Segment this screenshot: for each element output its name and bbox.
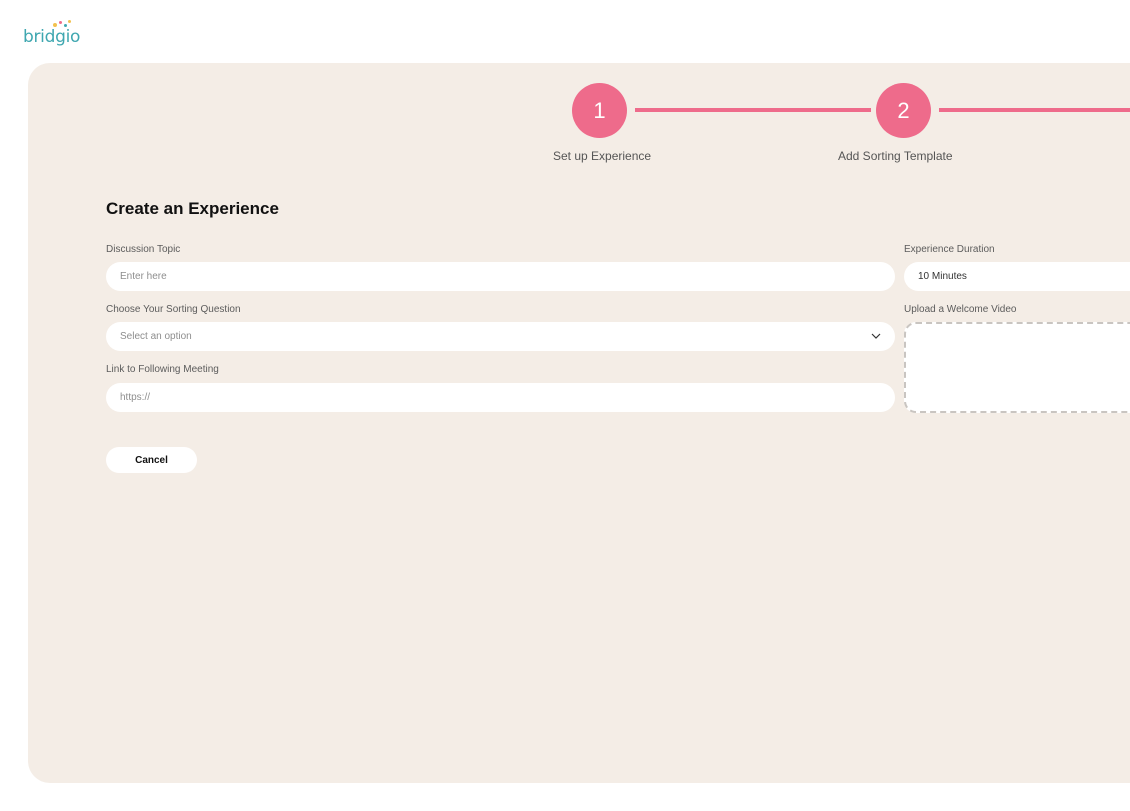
sorting-question-placeholder: Select an option xyxy=(120,331,192,342)
logo-wordmark: bridgio xyxy=(23,27,81,47)
chevron-down-icon xyxy=(871,333,881,339)
logo-confetti-icon xyxy=(64,24,67,27)
step-1-label: Set up Experience xyxy=(553,149,652,163)
step-1-circle: 1 xyxy=(572,83,627,138)
step-2-label: Add Sorting Template xyxy=(838,149,953,163)
logo-confetti-icon xyxy=(68,20,71,23)
discussion-topic-label: Discussion Topic xyxy=(106,244,181,255)
logo-confetti-icon xyxy=(53,23,57,27)
following-meeting-label: Link to Following Meeting xyxy=(106,364,219,375)
following-meeting-input[interactable]: https:// xyxy=(106,383,895,412)
step-2-circle: 2 xyxy=(876,83,931,138)
step-connector xyxy=(635,108,871,112)
experience-duration-value: 10 Minutes xyxy=(918,271,967,282)
step-connector xyxy=(939,108,1130,112)
discussion-topic-placeholder: Enter here xyxy=(120,271,167,282)
page-title: Create an Experience xyxy=(106,199,279,218)
bridgio-logo[interactable]: bridgio xyxy=(23,19,83,53)
experience-panel: 1 2 Set up Experience Add Sorting Templa… xyxy=(28,63,1130,783)
discussion-topic-input[interactable]: Enter here xyxy=(106,262,895,291)
sorting-question-select[interactable]: Select an option xyxy=(106,322,895,351)
experience-duration-select[interactable]: 10 Minutes xyxy=(904,262,1130,291)
logo-confetti-icon xyxy=(59,21,62,24)
cancel-button[interactable]: Cancel xyxy=(106,447,197,473)
following-meeting-placeholder: https:// xyxy=(120,392,151,403)
sorting-question-label: Choose Your Sorting Question xyxy=(106,304,241,315)
welcome-video-dropzone[interactable] xyxy=(904,322,1130,413)
progress-stepper: 1 2 Set up Experience Add Sorting Templa… xyxy=(28,63,1130,183)
experience-duration-label: Experience Duration xyxy=(904,244,995,255)
welcome-video-label: Upload a Welcome Video xyxy=(904,304,1017,315)
